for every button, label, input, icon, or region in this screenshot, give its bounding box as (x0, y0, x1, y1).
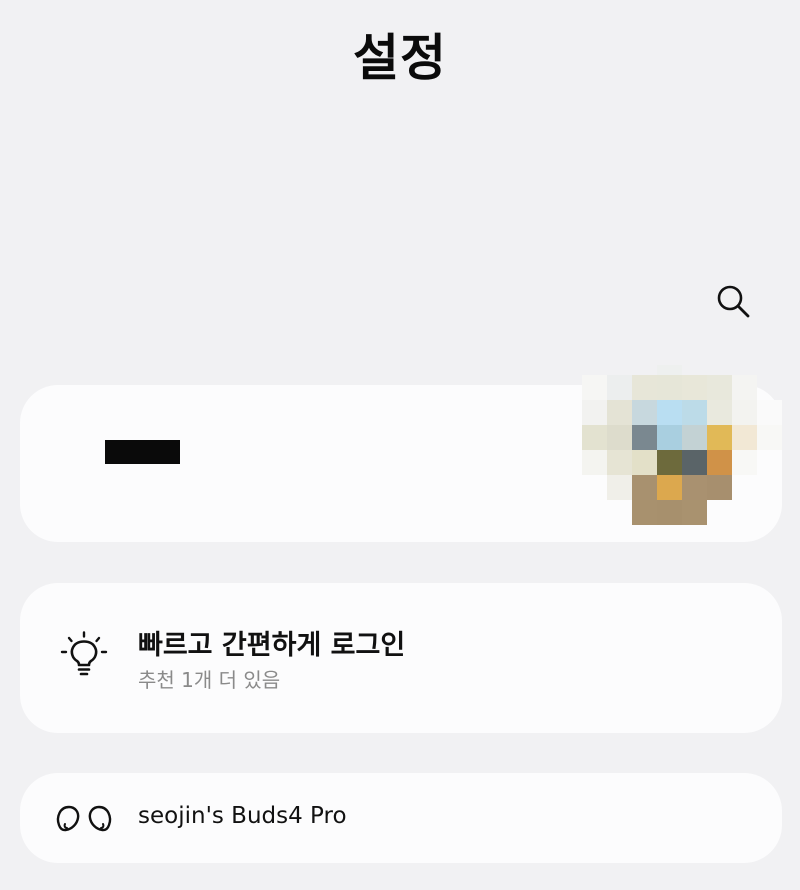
profile-name-redacted (105, 440, 180, 464)
lightbulb-icon (60, 631, 108, 676)
profile-card[interactable] (20, 365, 782, 542)
quick-login-title: 빠르고 간편하게 로그인 (138, 630, 406, 661)
profile-avatar[interactable] (582, 365, 782, 527)
quick-login-card[interactable]: 빠르고 간편하게 로그인 추천 1개 더 있음 (20, 583, 782, 733)
quick-login-subtitle: 추천 1개 더 있음 (138, 668, 281, 692)
connected-device-card[interactable]: seojin's Buds4 Pro (20, 773, 782, 863)
earbuds-icon (56, 805, 112, 832)
search-icon (717, 285, 750, 318)
page-title: 설정 (353, 29, 447, 87)
connected-device-label: seojin's Buds4 Pro (138, 803, 347, 829)
search-button[interactable] (710, 278, 756, 324)
